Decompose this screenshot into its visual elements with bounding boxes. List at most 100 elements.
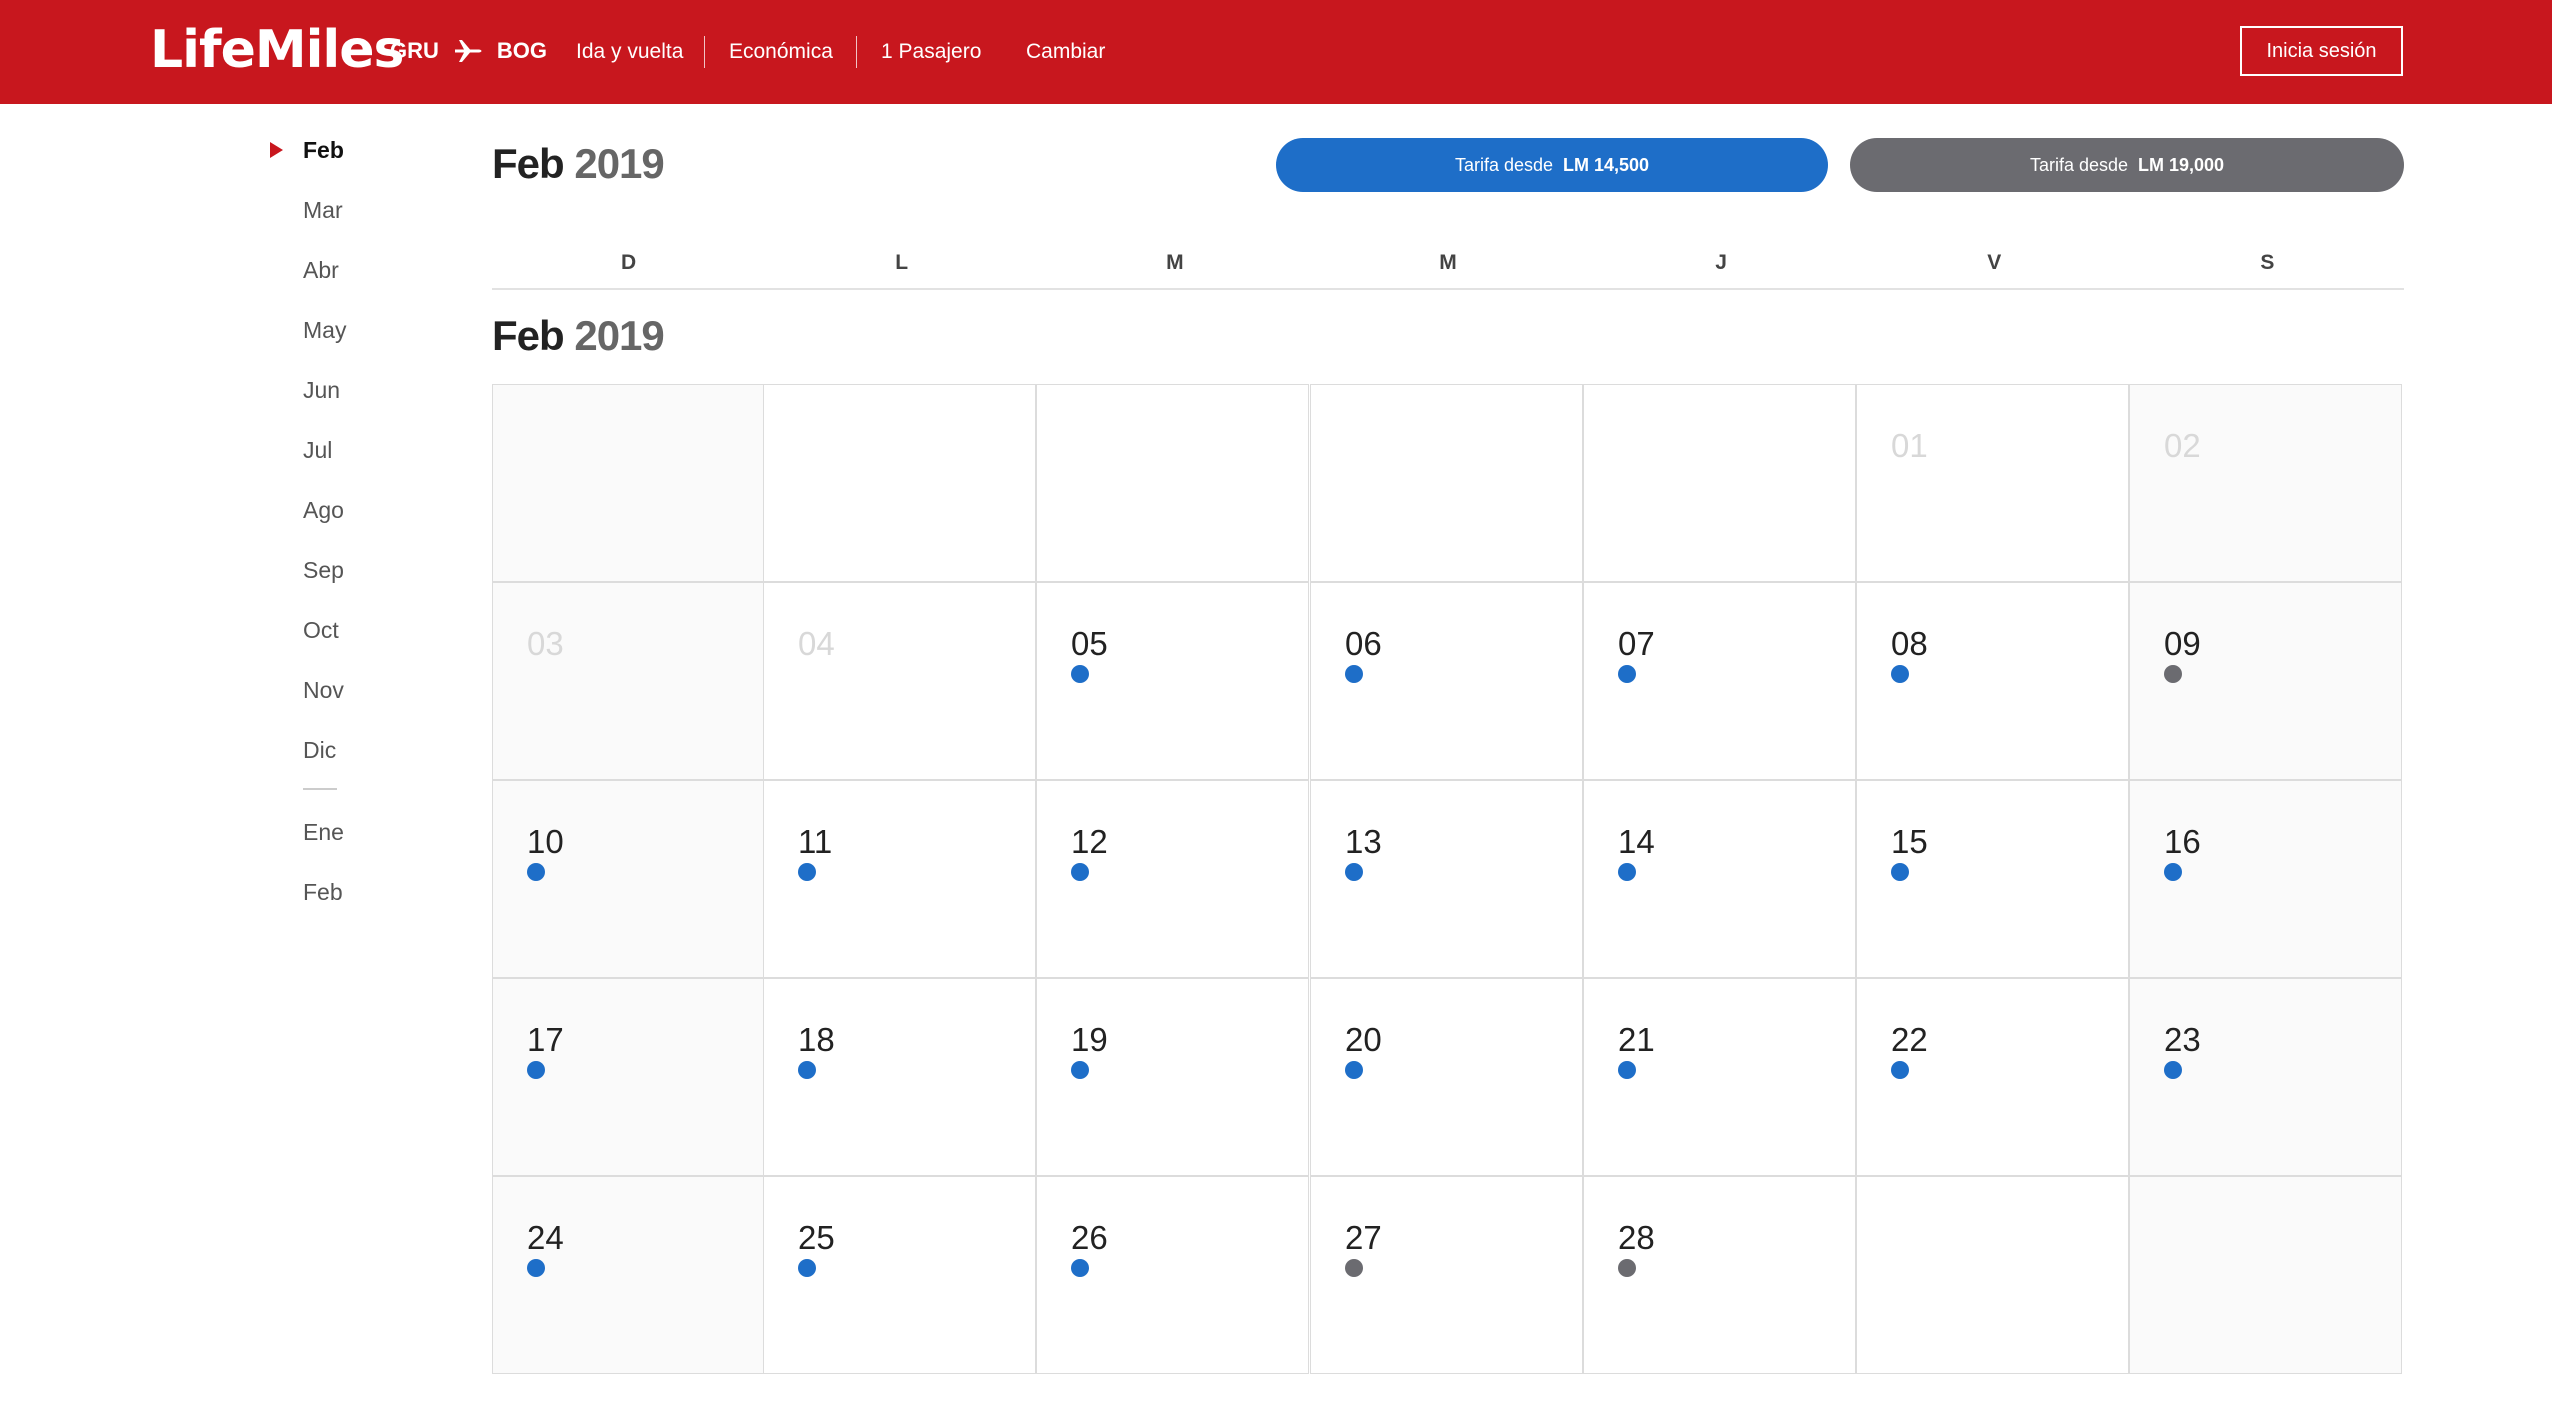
- fare-filter-gray-button[interactable]: Tarifa desde LM 19,000: [1850, 138, 2404, 192]
- sidebar-month-item[interactable]: Feb: [303, 872, 343, 912]
- trip-type-option[interactable]: Ida y vuelta: [576, 36, 683, 68]
- calendar-day-cell: 01: [1856, 384, 2129, 582]
- calendar-day-cell[interactable]: 17: [492, 978, 765, 1176]
- fare-blue-dot-icon: [1891, 665, 1909, 683]
- calendar-day-cell[interactable]: 15: [1856, 780, 2129, 978]
- calendar-day-cell[interactable]: 16: [2129, 780, 2402, 978]
- calendar-day-cell: 02: [2129, 384, 2402, 582]
- lifemiles-logo[interactable]: LifeMiles: [150, 20, 404, 80]
- fare-gray-dot-icon: [1345, 1259, 1363, 1277]
- calendar-day-cell[interactable]: 27: [1310, 1176, 1583, 1374]
- day-number: 10: [527, 823, 564, 860]
- calendar-day-cell: [1310, 384, 1583, 582]
- calendar-day-cell: [1036, 384, 1309, 582]
- calendar-day-cell[interactable]: 14: [1583, 780, 1856, 978]
- fare-blue-dot-icon: [1071, 1259, 1089, 1277]
- fare-blue-dot-icon: [1345, 863, 1363, 881]
- sidebar-month-item[interactable]: Nov: [303, 670, 344, 710]
- fare-blue-dot-icon: [1071, 665, 1089, 683]
- day-number: 03: [527, 625, 564, 662]
- sidebar-month-item[interactable]: Ene: [303, 812, 344, 852]
- fare-blue-dot-icon: [1618, 1061, 1636, 1079]
- calendar-day-cell: 04: [763, 582, 1036, 780]
- calendar-day-cell[interactable]: 08: [1856, 582, 2129, 780]
- calendar-day-cell: [492, 384, 765, 582]
- day-number: 06: [1345, 625, 1382, 662]
- calendar-day-cell[interactable]: 13: [1310, 780, 1583, 978]
- fare-blue-dot-icon: [2164, 1061, 2182, 1079]
- sidebar-month-item[interactable]: Mar: [303, 190, 343, 230]
- route-summary: GRU BOG: [390, 36, 547, 66]
- calendar-day-cell[interactable]: 28: [1583, 1176, 1856, 1374]
- day-number: 01: [1891, 427, 1928, 464]
- day-number: 24: [527, 1219, 564, 1256]
- calendar-day-cell[interactable]: 18: [763, 978, 1036, 1176]
- weekday-header: D L M M J V S: [492, 248, 2404, 290]
- weekday-label: V: [1987, 251, 2002, 274]
- weekday-label: M: [1166, 251, 1184, 274]
- calendar-day-cell[interactable]: 21: [1583, 978, 1856, 1176]
- sidebar-month-item[interactable]: Feb: [303, 130, 344, 170]
- day-number: 21: [1618, 1021, 1655, 1058]
- fare-blue-dot-icon: [1618, 665, 1636, 683]
- weekday-label: S: [2260, 251, 2275, 274]
- day-number: 14: [1618, 823, 1655, 860]
- change-search-link[interactable]: Cambiar: [1026, 36, 1105, 68]
- weekday-label: J: [1715, 251, 1727, 274]
- day-number: 19: [1071, 1021, 1108, 1058]
- cabin-option[interactable]: Económica: [729, 36, 833, 68]
- fare-filter-blue-button[interactable]: Tarifa desde LM 14,500: [1276, 138, 1828, 192]
- day-number: 11: [798, 823, 833, 860]
- calendar-day-cell[interactable]: 22: [1856, 978, 2129, 1176]
- fare-blue-dot-icon: [798, 863, 816, 881]
- fare-blue-dot-icon: [1618, 863, 1636, 881]
- calendar-day-cell[interactable]: 20: [1310, 978, 1583, 1176]
- fare-gray-value: LM 19,000: [2138, 154, 2225, 175]
- calendar-day-cell[interactable]: 07: [1583, 582, 1856, 780]
- sidebar-month-item[interactable]: Oct: [303, 610, 339, 650]
- fare-gray-dot-icon: [1618, 1259, 1636, 1277]
- sidebar-month-item[interactable]: Ago: [303, 490, 344, 530]
- login-button[interactable]: Inicia sesión: [2240, 26, 2403, 76]
- calendar-day-cell: [1583, 384, 1856, 582]
- weekday-label: M: [1439, 251, 1457, 274]
- calendar-day-cell[interactable]: 10: [492, 780, 765, 978]
- calendar-day-cell[interactable]: 06: [1310, 582, 1583, 780]
- calendar-day-cell[interactable]: 23: [2129, 978, 2402, 1176]
- calendar-day-cell[interactable]: 11: [763, 780, 1036, 978]
- sidebar-month-item[interactable]: Jun: [303, 370, 340, 410]
- fare-gray-prefix: Tarifa desde: [2029, 154, 2128, 175]
- calendar-day-cell[interactable]: 26: [1036, 1176, 1309, 1374]
- sidebar-month-item[interactable]: Abr: [303, 250, 339, 290]
- weekday-label: D: [620, 251, 637, 274]
- fare-blue-dot-icon: [527, 1061, 545, 1079]
- sidebar-month-item[interactable]: Jul: [303, 430, 332, 470]
- day-number: 15: [1891, 823, 1928, 860]
- sidebar-month-item[interactable]: May: [303, 310, 346, 350]
- section-month: Feb: [492, 312, 565, 359]
- year-divider: [303, 788, 337, 790]
- day-number: 18: [798, 1021, 835, 1058]
- sidebar-month-item[interactable]: Sep: [303, 550, 344, 590]
- calendar-day-cell[interactable]: 09: [2129, 582, 2402, 780]
- fare-blue-dot-icon: [798, 1061, 816, 1079]
- day-number: 12: [1071, 823, 1108, 860]
- calendar-day-cell: [2129, 1176, 2402, 1374]
- day-number: 23: [2164, 1021, 2201, 1058]
- fare-blue-dot-icon: [1345, 665, 1363, 683]
- calendar-day-cell[interactable]: 25: [763, 1176, 1036, 1374]
- sidebar-month-item[interactable]: Dic: [303, 730, 336, 770]
- calendar-day-cell[interactable]: 19: [1036, 978, 1309, 1176]
- page-title: Feb 2019: [492, 140, 665, 188]
- passengers-option[interactable]: 1 Pasajero: [881, 36, 981, 68]
- airplane-icon: [453, 39, 483, 63]
- fare-blue-value: LM 14,500: [1563, 154, 1650, 175]
- destination-code: BOG: [496, 38, 548, 63]
- nav-divider: [704, 36, 705, 68]
- fare-gray-dot-icon: [2164, 665, 2182, 683]
- calendar-day-cell[interactable]: 05: [1036, 582, 1309, 780]
- calendar-day-cell[interactable]: 24: [492, 1176, 765, 1374]
- day-number: 20: [1345, 1021, 1382, 1058]
- calendar-day-cell[interactable]: 12: [1036, 780, 1309, 978]
- fare-blue-dot-icon: [2164, 863, 2182, 881]
